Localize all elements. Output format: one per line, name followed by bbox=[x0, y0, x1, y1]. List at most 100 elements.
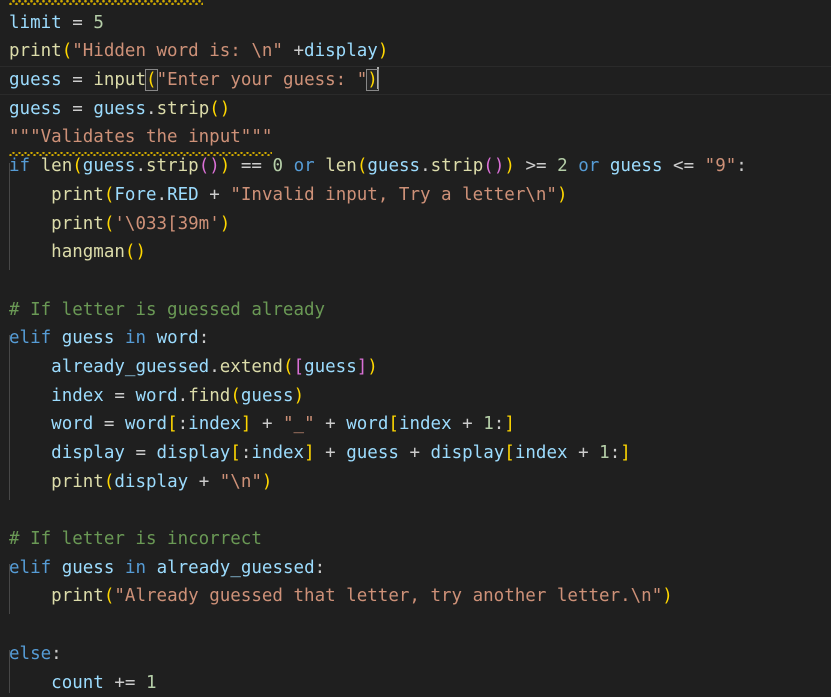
code-line[interactable]: word = word[:index] + "_" + word[index +… bbox=[0, 410, 831, 439]
token-colon: : bbox=[315, 558, 326, 578]
token-operator: = bbox=[114, 386, 125, 406]
code-line-text: word = word[:index] + "_" + word[index +… bbox=[9, 414, 515, 434]
token-operator: = bbox=[72, 13, 83, 33]
code-lines[interactable]: limit = 5 print("Hidden word is: \n" +di… bbox=[0, 0, 831, 697]
token-comment: # If letter is incorrect bbox=[9, 529, 262, 549]
token-colon: : bbox=[51, 644, 62, 664]
token-string: "Already guessed that letter, try anothe… bbox=[114, 586, 662, 606]
token-variable: guess bbox=[346, 443, 399, 463]
token-operator: + bbox=[209, 185, 220, 205]
code-editor-viewport[interactable]: limit = 5 print("Hidden word is: \n" +di… bbox=[0, 0, 831, 693]
code-line[interactable]: elif guess in already_guessed: bbox=[0, 554, 831, 583]
code-line-text: """Validates the input""" bbox=[9, 127, 272, 147]
code-line[interactable]: already_guessed.extend([guess]) bbox=[0, 353, 831, 382]
token-string: "\n" bbox=[220, 472, 262, 492]
token-object: guess bbox=[367, 156, 420, 176]
code-line[interactable]: print("Already guessed that letter, try … bbox=[0, 582, 831, 611]
code-line-text: print('\033[39m') bbox=[9, 214, 230, 234]
token-operator-eq: == bbox=[241, 156, 262, 176]
code-line[interactable]: print(Fore.RED + "Invalid input, Try a l… bbox=[0, 181, 831, 210]
token-function: print bbox=[51, 586, 104, 606]
code-line[interactable]: # If letter is incorrect bbox=[0, 525, 831, 554]
token-object: already_guessed bbox=[157, 558, 315, 578]
token-method: strip bbox=[146, 156, 199, 176]
code-line-text: print(Fore.RED + "Invalid input, Try a l… bbox=[9, 185, 568, 205]
token-variable: guess bbox=[241, 386, 294, 406]
code-line-text: print(display + "\n") bbox=[9, 472, 272, 492]
token-variable: index bbox=[51, 386, 104, 406]
code-line[interactable] bbox=[0, 267, 831, 296]
code-line-text: elif guess in word: bbox=[9, 328, 209, 348]
code-line-text: print("Already guessed that letter, try … bbox=[9, 586, 673, 606]
code-line[interactable]: index = word.find(guess) bbox=[0, 382, 831, 411]
token-string: '\033[39m' bbox=[114, 214, 219, 234]
token-operator: = bbox=[72, 70, 83, 90]
token-object: word bbox=[157, 328, 199, 348]
code-line[interactable]: display = display[:index] + guess + disp… bbox=[0, 439, 831, 468]
code-line[interactable] bbox=[0, 0, 831, 9]
token-colon: : bbox=[736, 156, 747, 176]
token-string: "Enter your guess: " bbox=[157, 70, 368, 90]
token-object: guess bbox=[93, 99, 146, 119]
token-variable: count bbox=[51, 673, 104, 693]
code-line[interactable]: guess = guess.strip() bbox=[0, 95, 831, 124]
token-variable: display bbox=[51, 443, 125, 463]
token-function-len: len bbox=[41, 156, 73, 176]
token-paren-pair: () bbox=[209, 99, 230, 119]
code-line-current[interactable]: guess = input("Enter your guess: ") bbox=[0, 66, 831, 95]
code-line[interactable]: if len(guess.strip()) == 0 or len(guess.… bbox=[0, 152, 831, 181]
code-line-text: limit = 5 bbox=[9, 13, 104, 33]
code-line[interactable]: limit = 5 bbox=[0, 9, 831, 38]
code-line-text: display = display[:index] + guess + disp… bbox=[9, 443, 631, 463]
token-function: print bbox=[9, 41, 62, 61]
code-line[interactable]: """Validates the input""" bbox=[0, 123, 831, 152]
token-variable: guess bbox=[304, 357, 357, 377]
token-method: find bbox=[188, 386, 230, 406]
token-number: 5 bbox=[93, 13, 104, 33]
token-operator-le: <= bbox=[673, 156, 694, 176]
code-line[interactable]: # If letter is guessed already bbox=[0, 296, 831, 325]
code-line[interactable]: print('\033[39m') bbox=[0, 210, 831, 239]
token-variable-error: display bbox=[304, 37, 378, 66]
code-line[interactable] bbox=[0, 611, 831, 640]
token-string: "9" bbox=[705, 156, 737, 176]
token-object: word bbox=[135, 386, 177, 406]
code-line[interactable] bbox=[0, 496, 831, 525]
token-number: 0 bbox=[273, 156, 284, 176]
token-object: guess bbox=[83, 156, 136, 176]
code-line-text: already_guessed.extend([guess]) bbox=[9, 357, 378, 377]
token-attribute: RED bbox=[167, 185, 199, 205]
token-method: strip bbox=[157, 99, 210, 119]
token-keyword-else: else bbox=[9, 644, 51, 664]
token-variable: guess bbox=[610, 156, 663, 176]
token-function: print bbox=[51, 185, 104, 205]
code-line-text: if len(guess.strip()) == 0 or len(guess.… bbox=[9, 156, 747, 176]
token-function-len: len bbox=[325, 156, 357, 176]
token-colon: : bbox=[199, 328, 210, 348]
token-docstring-warning: """Validates the input""" bbox=[9, 123, 272, 152]
token-number: 1 bbox=[146, 673, 157, 693]
token-variable: word bbox=[51, 414, 93, 434]
code-line-text: index = word.find(guess) bbox=[9, 386, 304, 406]
token-operator: = bbox=[72, 99, 83, 119]
token-function: print bbox=[51, 472, 104, 492]
text-caret bbox=[377, 67, 379, 89]
code-line[interactable]: else: bbox=[0, 640, 831, 669]
token-string: "Invalid input, Try a letter\n" bbox=[230, 185, 557, 205]
token-keyword-elif: elif bbox=[9, 558, 51, 578]
token-paren-open: ( bbox=[62, 41, 73, 61]
code-line[interactable]: elif guess in word: bbox=[0, 324, 831, 353]
code-line-text: hangman() bbox=[9, 242, 146, 262]
code-line[interactable]: hangman() bbox=[0, 238, 831, 267]
token-function: hangman bbox=[51, 242, 125, 262]
token-keyword-in: in bbox=[125, 558, 146, 578]
token-function: input bbox=[93, 70, 146, 90]
token-keyword-elif: elif bbox=[9, 328, 51, 348]
token-keyword-in: in bbox=[125, 328, 146, 348]
code-line[interactable]: print(display + "\n") bbox=[0, 468, 831, 497]
code-line[interactable]: print("Hidden word is: \n" +display) bbox=[0, 37, 831, 66]
token-comment: # If letter is guessed already bbox=[9, 300, 325, 320]
token-string: "Hidden word is: \n" bbox=[72, 41, 283, 61]
token-string: "_" bbox=[283, 414, 315, 434]
token-paren-close: ) bbox=[378, 41, 389, 61]
